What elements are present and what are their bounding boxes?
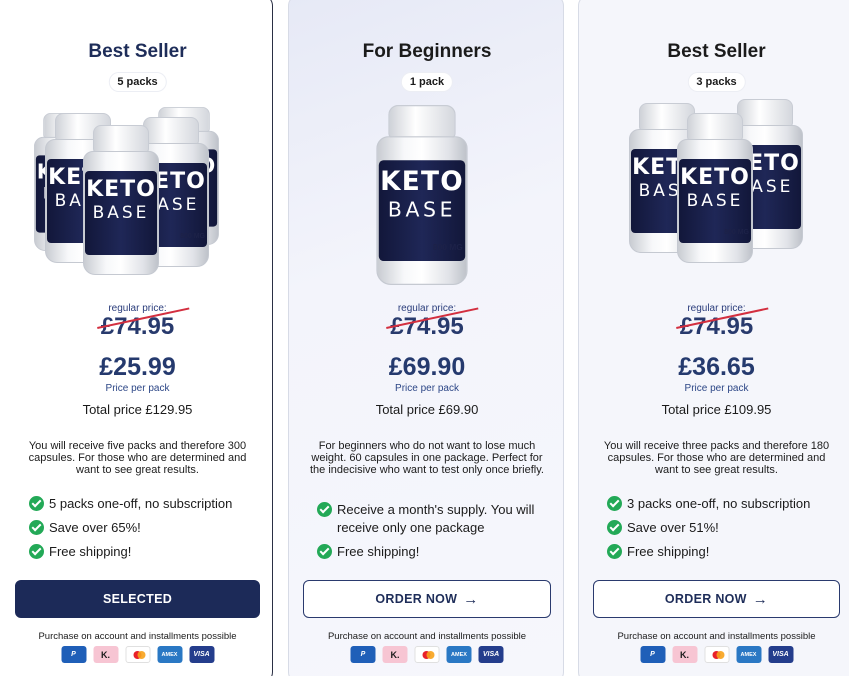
card-description: You will receive three packs and therefo… <box>603 440 830 476</box>
visa-icon: VISA <box>768 646 793 663</box>
payment-methods: P K. AMEX VISA <box>61 646 214 663</box>
card-description: You will receive five packs and therefor… <box>28 440 247 476</box>
feature-item: Save over 51%! <box>607 519 840 537</box>
total-price: Total price £109.95 <box>661 402 772 417</box>
check-icon <box>29 544 44 559</box>
mastercard-icon <box>414 646 440 663</box>
regular-price: £74.95 <box>96 307 189 341</box>
feature-item: Receive a month's supply. You will recei… <box>317 501 551 537</box>
pack-price: £36.65 <box>678 353 755 381</box>
paypal-icon: P <box>61 646 86 663</box>
card-description: For beginners who do not want to lose mu… <box>310 440 544 476</box>
arrow-right-icon: → <box>463 590 479 608</box>
product-image-3-bottles: KETO BASE KETO BASE KETO BASE 800 MG <box>579 99 849 279</box>
feature-item: Free shipping! <box>317 543 551 561</box>
mastercard-icon <box>125 646 150 663</box>
feature-list: 3 packs one-off, no subscription Save ov… <box>607 495 840 567</box>
arrow-right-icon: → <box>752 590 769 608</box>
card-title: For Beginners <box>362 41 492 62</box>
bottle-image: KETO BASE 800 MG <box>376 105 468 285</box>
pack-price: £25.99 <box>99 353 176 381</box>
pack-count-badge: 5 packs <box>109 73 166 91</box>
check-icon <box>29 520 44 535</box>
paypal-icon: P <box>350 646 376 663</box>
total-price: Total price £69.90 <box>375 402 479 417</box>
pricing-card-3-packs[interactable]: Best Seller 3 packs KETO BASE KETO BASE KE… <box>578 0 849 676</box>
feature-list: 5 packs one-off, no subscription Save ov… <box>29 495 260 567</box>
check-icon <box>317 502 332 517</box>
order-now-button[interactable]: ORDER NOW → <box>593 580 840 618</box>
klarna-icon: K. <box>382 646 408 663</box>
price-per-pack-label: Price per pack <box>684 383 749 394</box>
check-icon <box>607 544 622 559</box>
order-now-button[interactable]: ORDER NOW → <box>303 580 551 618</box>
bottle-image: KETOBASE <box>83 125 159 275</box>
pricing-cards: Best Seller 5 packs KETOBASE KETOBASE KE… <box>0 0 849 676</box>
total-price: Total price £129.95 <box>82 402 193 417</box>
feature-list: Receive a month's supply. You will recei… <box>317 501 551 567</box>
product-image-1-bottle: KETO BASE 800 MG <box>289 99 563 285</box>
amex-icon: AMEX <box>446 646 472 663</box>
pricing-card-5-packs[interactable]: Best Seller 5 packs KETOBASE KETOBASE KE… <box>0 0 273 676</box>
price-per-pack-label: Price per pack <box>105 383 170 394</box>
bottle-image: KETO BASE 800 MG <box>677 113 753 263</box>
feature-item: 5 packs one-off, no subscription <box>29 495 260 513</box>
pack-count-badge: 3 packs <box>688 73 745 91</box>
feature-item: 3 packs one-off, no subscription <box>607 495 840 513</box>
purchase-note: Purchase on account and installments pos… <box>617 631 816 642</box>
product-image-5-bottles: KETOBASE KETOBASE KETOBASE KETOBASE 800 … <box>1 99 272 279</box>
regular-price: £74.95 <box>675 307 768 341</box>
visa-icon: VISA <box>189 646 214 663</box>
klarna-icon: K. <box>672 646 697 663</box>
check-icon <box>29 496 44 511</box>
mastercard-icon <box>704 646 729 663</box>
card-title: Best Seller <box>667 41 766 62</box>
regular-price: £74.95 <box>386 307 479 341</box>
payment-methods: P K. AMEX VISA <box>350 646 504 663</box>
selected-button[interactable]: SELECTED <box>15 580 260 618</box>
pricing-card-1-pack[interactable]: For Beginners 1 pack KETO BASE 800 MG reg… <box>288 0 564 676</box>
purchase-note: Purchase on account and installments pos… <box>327 631 527 642</box>
card-title: Best Seller <box>88 41 187 62</box>
check-icon <box>607 520 622 535</box>
check-icon <box>317 544 332 559</box>
purchase-note: Purchase on account and installments pos… <box>38 631 237 642</box>
amex-icon: AMEX <box>157 646 182 663</box>
feature-item: Free shipping! <box>29 543 260 561</box>
paypal-icon: P <box>640 646 665 663</box>
price-per-pack-label: Price per pack <box>395 383 459 394</box>
visa-icon: VISA <box>478 646 504 663</box>
amex-icon: AMEX <box>736 646 761 663</box>
pack-count-badge: 1 pack <box>401 73 453 91</box>
pack-price: £69.90 <box>388 353 466 381</box>
check-icon <box>607 496 622 511</box>
feature-item: Save over 65%! <box>29 519 260 537</box>
payment-methods: P K. AMEX VISA <box>640 646 793 663</box>
feature-item: Free shipping! <box>607 543 840 561</box>
klarna-icon: K. <box>93 646 118 663</box>
